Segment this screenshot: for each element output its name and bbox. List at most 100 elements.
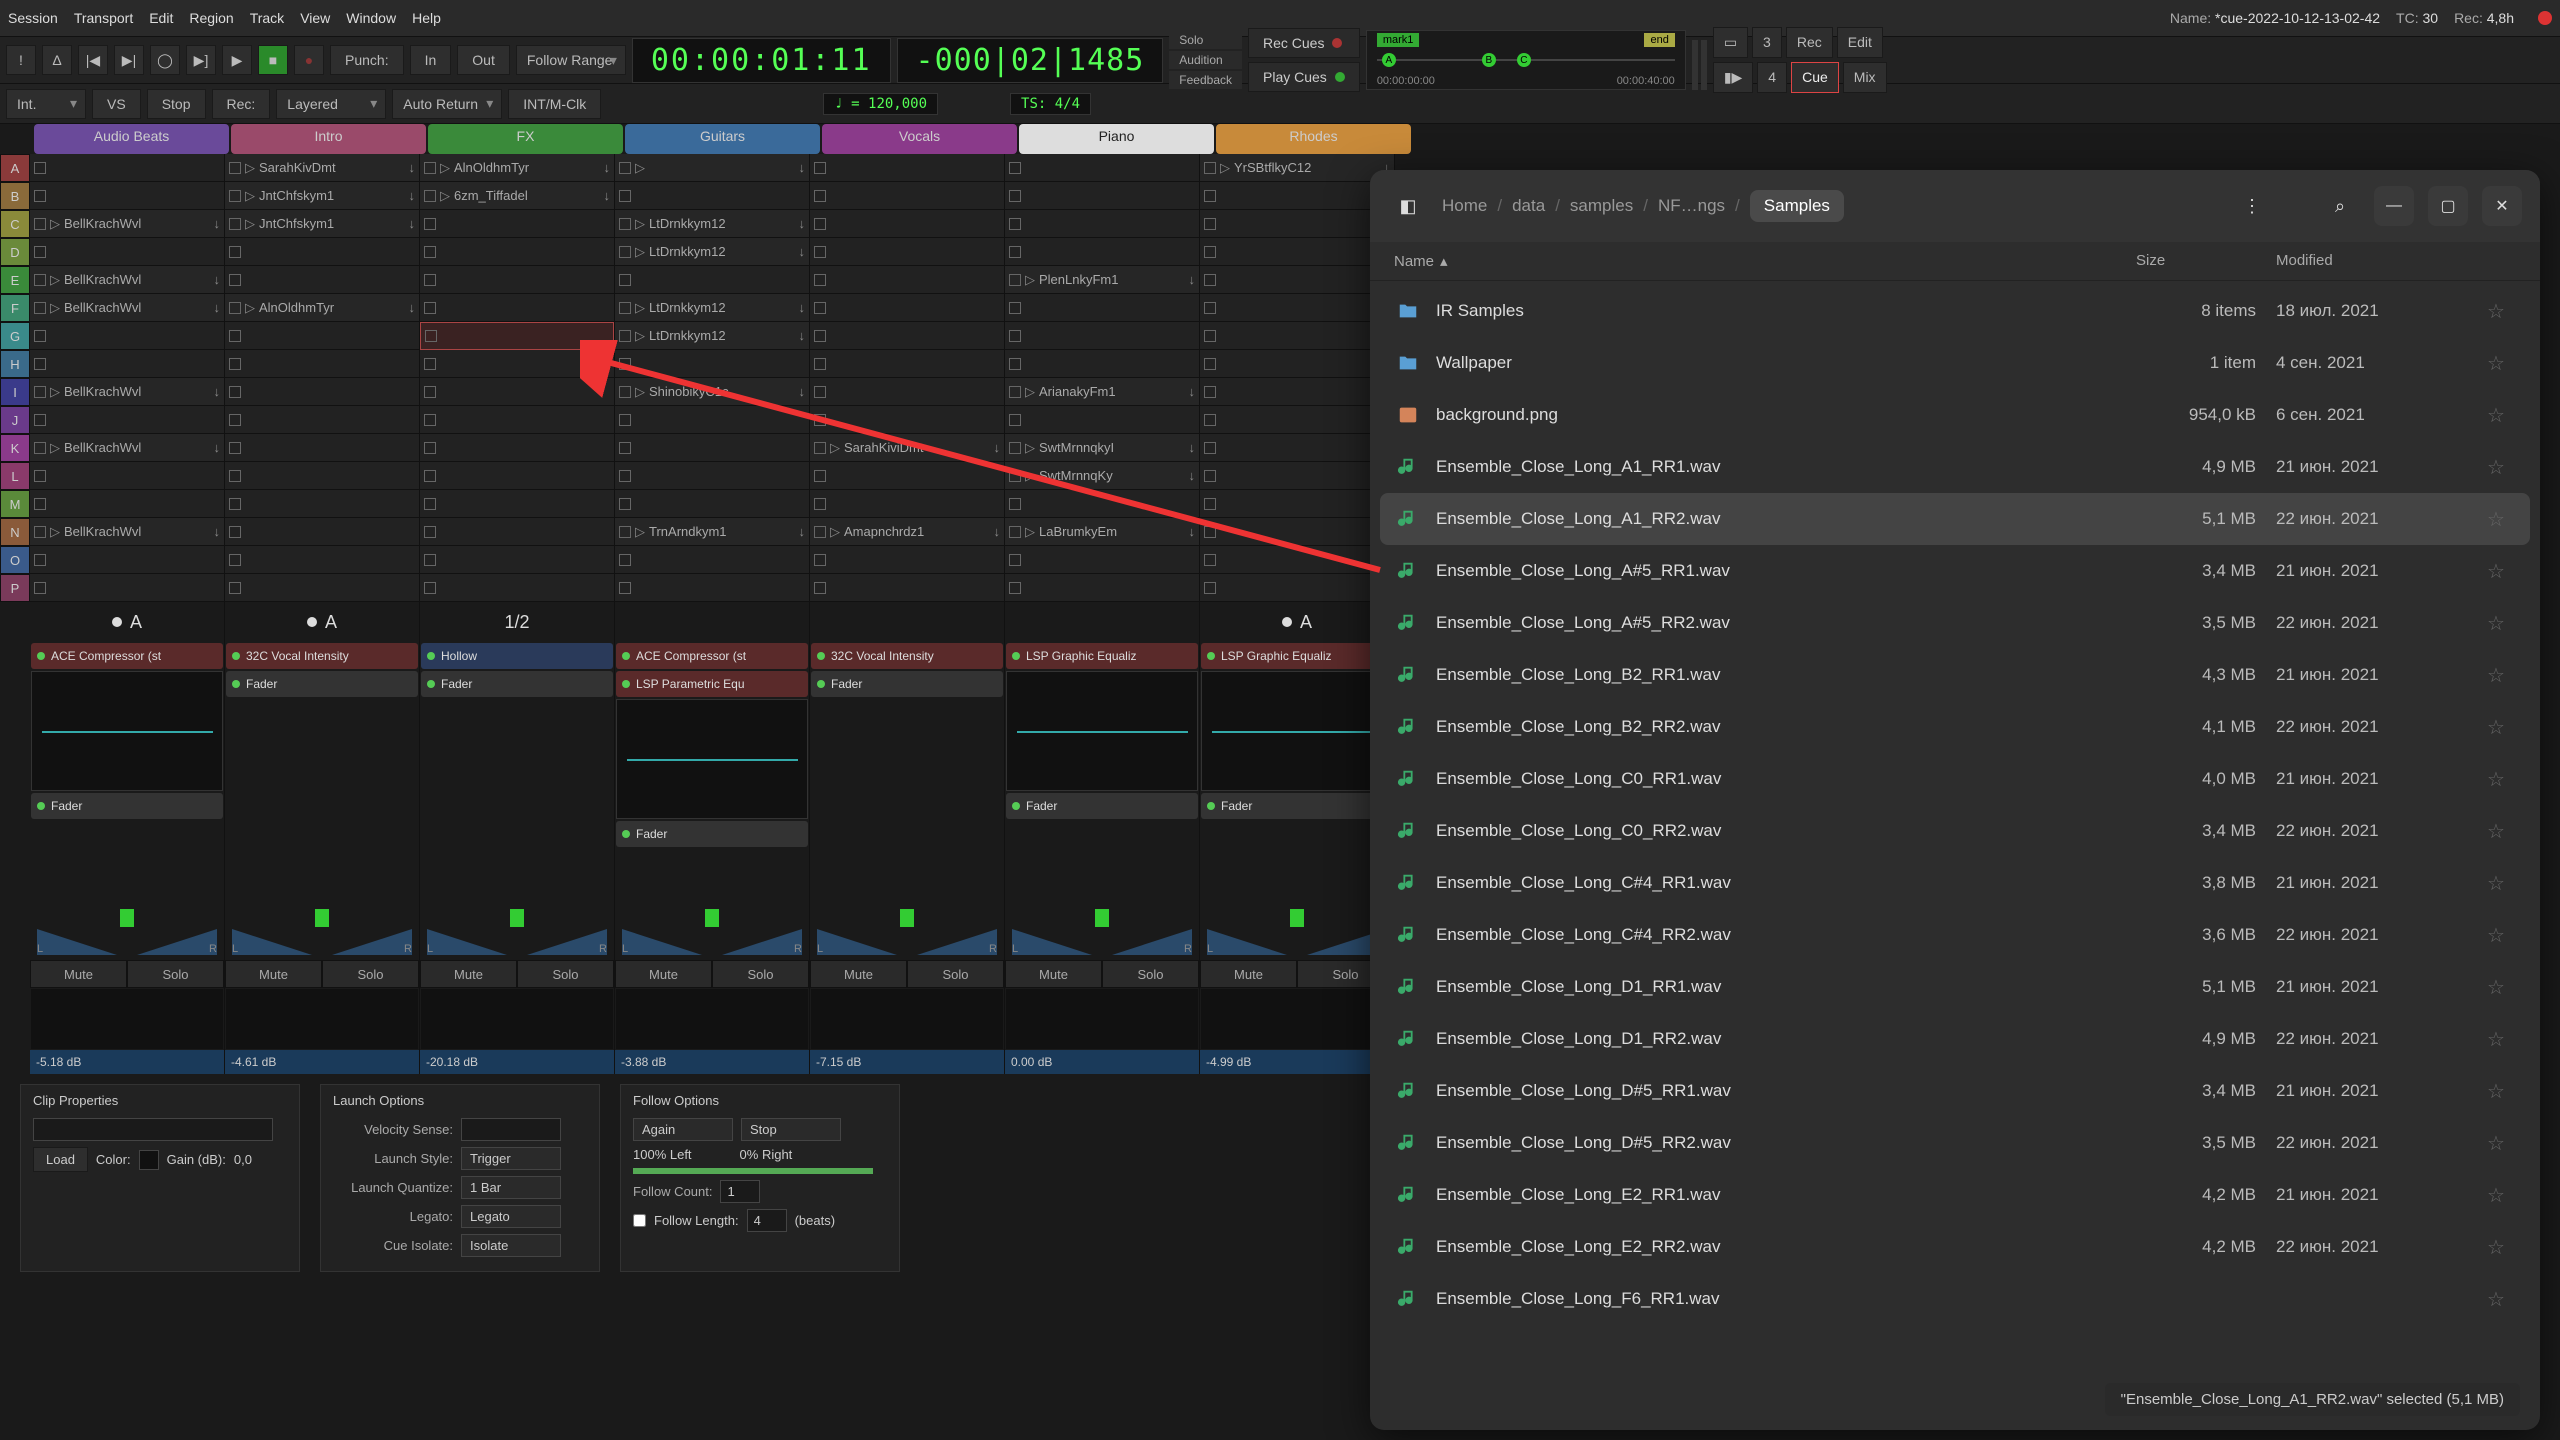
- file-row[interactable]: Ensemble_Close_Long_D1_RR2.wav4,9 MB22 и…: [1380, 1013, 2530, 1065]
- cue-slot-3-4[interactable]: [615, 266, 809, 294]
- file-row[interactable]: Ensemble_Close_Long_D#5_RR2.wav3,5 MB22 …: [1380, 1117, 2530, 1169]
- cue-slot-5-15[interactable]: [1005, 574, 1199, 602]
- fader-db[interactable]: -5.18 dB: [30, 1050, 224, 1074]
- cue-row-L[interactable]: L: [0, 462, 30, 490]
- star-icon[interactable]: ☆: [2476, 611, 2516, 636]
- follow-length-check[interactable]: [633, 1214, 646, 1227]
- solo-button[interactable]: Solo: [1169, 31, 1242, 49]
- follow-range-select[interactable]: Follow Range: [516, 45, 626, 75]
- panner[interactable]: LR: [1201, 909, 1393, 959]
- cue-slot-3-8[interactable]: ▷ShinobikyC1c↓: [615, 378, 809, 406]
- cue-slot-1-12[interactable]: [225, 490, 419, 518]
- cue-slot-6-12[interactable]: [1200, 490, 1394, 518]
- cue-slot-5-12[interactable]: [1005, 490, 1199, 518]
- cue-slot-6-11[interactable]: [1200, 462, 1394, 490]
- crumb-home[interactable]: Home: [1442, 196, 1487, 216]
- cue-slot-2-12[interactable]: [420, 490, 614, 518]
- cue-slot-3-5[interactable]: ▷LtDrnkkym12↓: [615, 294, 809, 322]
- audition-button[interactable]: Audition: [1169, 51, 1242, 69]
- follow-count-input[interactable]: [720, 1180, 760, 1203]
- cue-row-B[interactable]: B: [0, 182, 30, 210]
- panner[interactable]: LR: [1006, 909, 1198, 959]
- plugin-slot[interactable]: Fader: [811, 671, 1003, 697]
- cue-slot-3-1[interactable]: [615, 182, 809, 210]
- cue-slot-5-7[interactable]: [1005, 350, 1199, 378]
- play-range-button[interactable]: ▶]: [186, 45, 216, 75]
- cue-slot-4-9[interactable]: [810, 406, 1004, 434]
- file-row[interactable]: Ensemble_Close_Long_B2_RR1.wav4,3 MB21 и…: [1380, 649, 2530, 701]
- cue-slot-0-1[interactable]: [30, 182, 224, 210]
- star-icon[interactable]: ☆: [2476, 975, 2516, 1000]
- cue-slot-4-14[interactable]: [810, 546, 1004, 574]
- file-list[interactable]: IR Samples8 items18 июл. 2021☆Wallpaper1…: [1370, 281, 2540, 1430]
- cue-slot-2-7[interactable]: [420, 350, 614, 378]
- track-header-2[interactable]: FX: [428, 124, 623, 154]
- cue-slot-5-1[interactable]: [1005, 182, 1199, 210]
- cue-slot-0-11[interactable]: [30, 462, 224, 490]
- file-row[interactable]: Ensemble_Close_Long_A1_RR1.wav4,9 MB21 и…: [1380, 441, 2530, 493]
- cue-slot-5-14[interactable]: [1005, 546, 1199, 574]
- follow-4[interactable]: [810, 602, 1005, 642]
- follow-0[interactable]: A: [30, 602, 225, 642]
- plugin-slot[interactable]: Fader: [1006, 793, 1198, 819]
- cue-slot-2-9[interactable]: [420, 406, 614, 434]
- star-icon[interactable]: ☆: [2476, 767, 2516, 792]
- star-icon[interactable]: ☆: [2476, 351, 2516, 376]
- cue-slot-3-14[interactable]: [615, 546, 809, 574]
- cue-row-A[interactable]: A: [0, 154, 30, 182]
- cue-slot-6-8[interactable]: [1200, 378, 1394, 406]
- cue-slot-4-15[interactable]: [810, 574, 1004, 602]
- plugin-slot[interactable]: Fader: [616, 821, 808, 847]
- cue-slot-2-13[interactable]: [420, 518, 614, 546]
- cue-isolate-select[interactable]: Isolate: [461, 1234, 561, 1257]
- mute-button[interactable]: Mute: [810, 960, 907, 988]
- cue-slot-4-5[interactable]: [810, 294, 1004, 322]
- track-header-6[interactable]: Rhodes: [1216, 124, 1411, 154]
- cue-slot-5-10[interactable]: ▷SwtMrnnqkyI↓: [1005, 434, 1199, 462]
- primary-clock[interactable]: 00:00:01:11: [632, 38, 891, 83]
- cue-row-F[interactable]: F: [0, 294, 30, 322]
- mute-button[interactable]: Mute: [615, 960, 712, 988]
- cue-slot-5-0[interactable]: [1005, 154, 1199, 182]
- cue-slot-3-10[interactable]: [615, 434, 809, 462]
- star-icon[interactable]: ☆: [2476, 1131, 2516, 1156]
- midi-panic-button[interactable]: !: [6, 45, 36, 75]
- mute-button[interactable]: Mute: [30, 960, 127, 988]
- file-row[interactable]: Ensemble_Close_Long_A1_RR2.wav5,1 MB22 и…: [1380, 493, 2530, 545]
- cue-slot-1-11[interactable]: [225, 462, 419, 490]
- cue-slot-2-1[interactable]: ▷6zm_Tiffadel↓: [420, 182, 614, 210]
- cue-slot-1-8[interactable]: [225, 378, 419, 406]
- mute-button[interactable]: Mute: [1200, 960, 1297, 988]
- follow-length-input[interactable]: [747, 1209, 787, 1232]
- cue-slot-2-4[interactable]: [420, 266, 614, 294]
- legato-select[interactable]: Legato: [461, 1205, 561, 1228]
- cue-slot-0-6[interactable]: [30, 322, 224, 350]
- plugin-slot[interactable]: Fader: [226, 671, 418, 697]
- solo-button[interactable]: Solo: [127, 960, 224, 988]
- track-header-1[interactable]: Intro: [231, 124, 426, 154]
- cue-slot-1-4[interactable]: [225, 266, 419, 294]
- cue-slot-2-6[interactable]: [420, 322, 614, 350]
- cue-slot-6-3[interactable]: [1200, 238, 1394, 266]
- cue-row-I[interactable]: I: [0, 378, 30, 406]
- cue-slot-2-3[interactable]: [420, 238, 614, 266]
- color-swatch[interactable]: [139, 1150, 159, 1170]
- cue-row-C[interactable]: C: [0, 210, 30, 238]
- panner[interactable]: LR: [31, 909, 223, 959]
- mini-timeline[interactable]: mark1 end A B C 00:00:00:00 00:00:40:00: [1366, 30, 1686, 90]
- mix-tab-button[interactable]: Mix: [1843, 62, 1887, 93]
- minimize-button[interactable]: —: [2374, 186, 2414, 226]
- plugin-slot[interactable]: LSP Graphic Equaliz: [1201, 643, 1393, 669]
- cue-slot-6-9[interactable]: [1200, 406, 1394, 434]
- cue-slot-3-0[interactable]: ▷↓: [615, 154, 809, 182]
- eq-display[interactable]: [1006, 671, 1198, 791]
- star-icon[interactable]: ☆: [2476, 1183, 2516, 1208]
- file-row[interactable]: Ensemble_Close_Long_D#5_RR1.wav3,4 MB21 …: [1380, 1065, 2530, 1117]
- varispeed-button[interactable]: VS: [92, 89, 141, 119]
- follow-action-1[interactable]: Again: [633, 1118, 733, 1141]
- fader-db[interactable]: -4.61 dB: [225, 1050, 419, 1074]
- follow-3[interactable]: [615, 602, 810, 642]
- cue-slot-6-14[interactable]: [1200, 546, 1394, 574]
- cue-slot-6-6[interactable]: [1200, 322, 1394, 350]
- cue-row-G[interactable]: G: [0, 322, 30, 350]
